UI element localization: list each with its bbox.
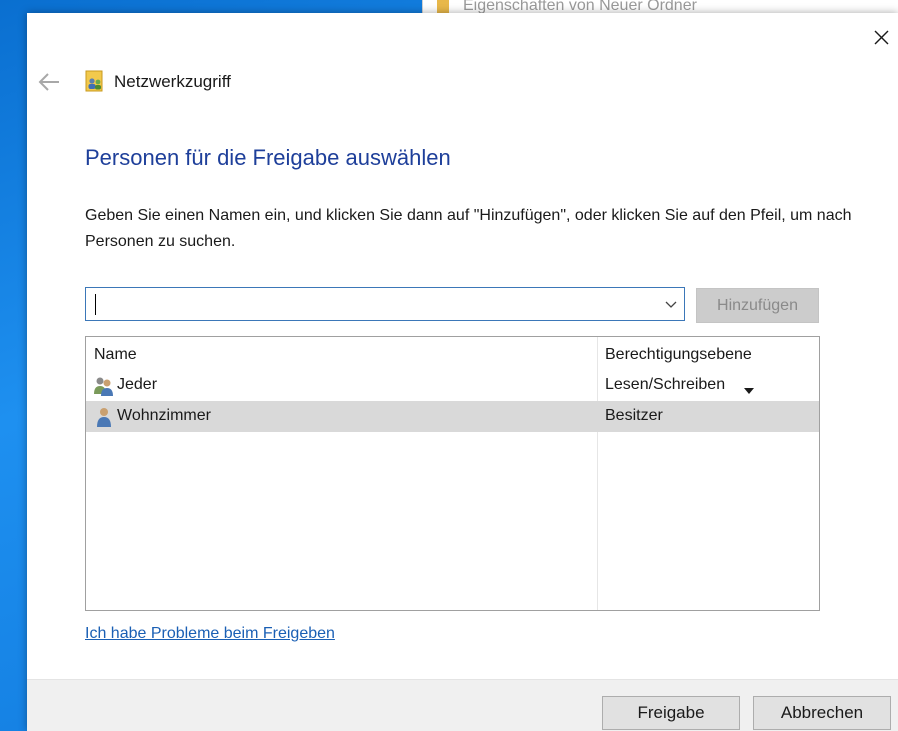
instruction-text: Geben Sie einen Namen ein, und klicken S… bbox=[85, 207, 852, 250]
row-permission[interactable]: Lesen/Schreiben bbox=[605, 376, 725, 394]
page-heading: Personen für die Freigabe auswählen bbox=[85, 145, 451, 170]
user-icon bbox=[93, 406, 115, 428]
combo-dropdown-button[interactable] bbox=[664, 297, 678, 311]
name-combobox[interactable] bbox=[85, 287, 685, 321]
network-share-icon bbox=[85, 70, 105, 92]
table-row[interactable]: Wohnzimmer Besitzer bbox=[86, 401, 819, 432]
sharing-help-link[interactable]: Ich habe Probleme beim Freigeben bbox=[85, 625, 335, 643]
back-button[interactable] bbox=[37, 71, 63, 93]
close-icon[interactable] bbox=[869, 25, 893, 49]
share-button[interactable]: Freigabe bbox=[602, 696, 740, 730]
column-header-permission[interactable]: Berechtigungsebene bbox=[605, 346, 752, 364]
close-button[interactable] bbox=[869, 25, 893, 49]
dropdown-triangle-icon[interactable] bbox=[743, 387, 755, 395]
name-input[interactable] bbox=[94, 292, 654, 316]
folder-icon bbox=[437, 0, 449, 14]
column-header-name[interactable]: Name bbox=[94, 346, 137, 364]
list-header: Name Berechtigungsebene bbox=[86, 337, 819, 369]
row-permission: Besitzer bbox=[605, 407, 663, 424]
row-name: Jeder bbox=[117, 376, 158, 393]
group-users-icon bbox=[93, 375, 115, 397]
row-name: Wohnzimmer bbox=[117, 407, 211, 424]
window-title: Netzwerkzugriff bbox=[114, 72, 231, 91]
dialog-footer: Freigabe Abbrechen bbox=[27, 679, 898, 731]
permission-dropdown[interactable] bbox=[743, 382, 755, 394]
network-access-dialog: Netzwerkzugriff Personen für die Freigab… bbox=[27, 13, 898, 731]
cancel-button[interactable]: Abbrechen bbox=[753, 696, 891, 730]
add-button[interactable]: Hinzufügen bbox=[696, 288, 819, 323]
permission-list[interactable]: Name Berechtigungsebene Jeder Lesen/Schr… bbox=[85, 336, 820, 611]
back-arrow-icon[interactable] bbox=[37, 71, 63, 93]
text-cursor bbox=[95, 294, 96, 315]
chevron-down-icon[interactable] bbox=[664, 297, 678, 311]
table-row[interactable]: Jeder Lesen/Schreiben bbox=[86, 370, 819, 401]
